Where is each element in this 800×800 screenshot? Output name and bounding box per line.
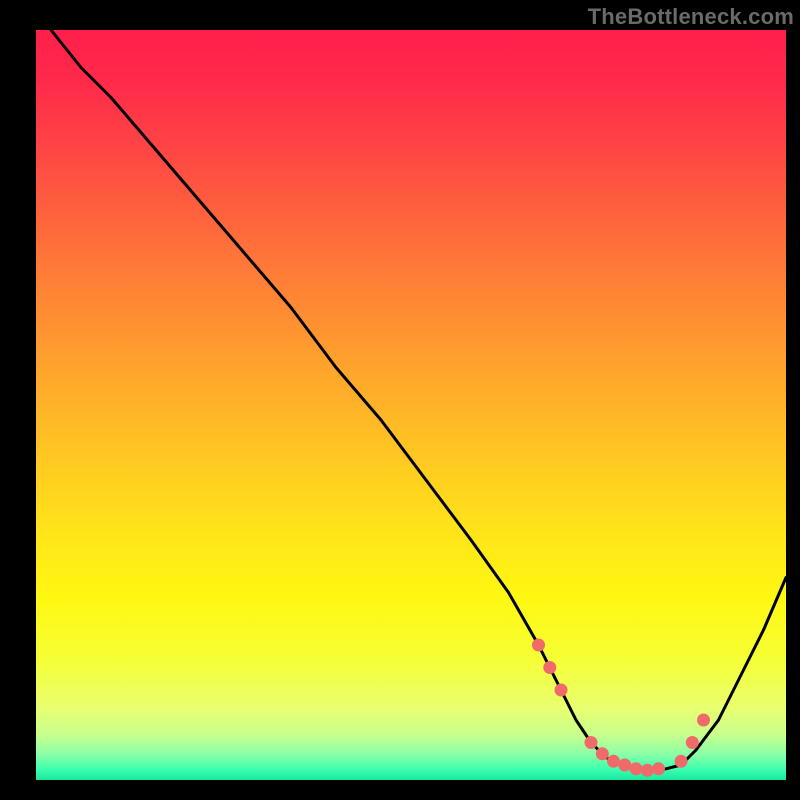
marker-dot <box>596 747 609 760</box>
watermark-label: TheBottleneck.com <box>588 4 794 30</box>
marker-dot <box>532 639 545 652</box>
marker-dot <box>585 736 598 749</box>
marker-dot <box>630 762 643 775</box>
marker-dot <box>675 755 688 768</box>
marker-dot <box>652 762 665 775</box>
marker-dot <box>543 661 556 674</box>
marker-dot <box>697 714 710 727</box>
marker-dot <box>618 759 631 772</box>
chart-stage: TheBottleneck.com <box>0 0 800 800</box>
marker-dot <box>641 764 654 777</box>
marker-dot <box>555 684 568 697</box>
marker-dot <box>686 736 699 749</box>
bottleneck-chart <box>0 0 800 800</box>
marker-dot <box>607 755 620 768</box>
